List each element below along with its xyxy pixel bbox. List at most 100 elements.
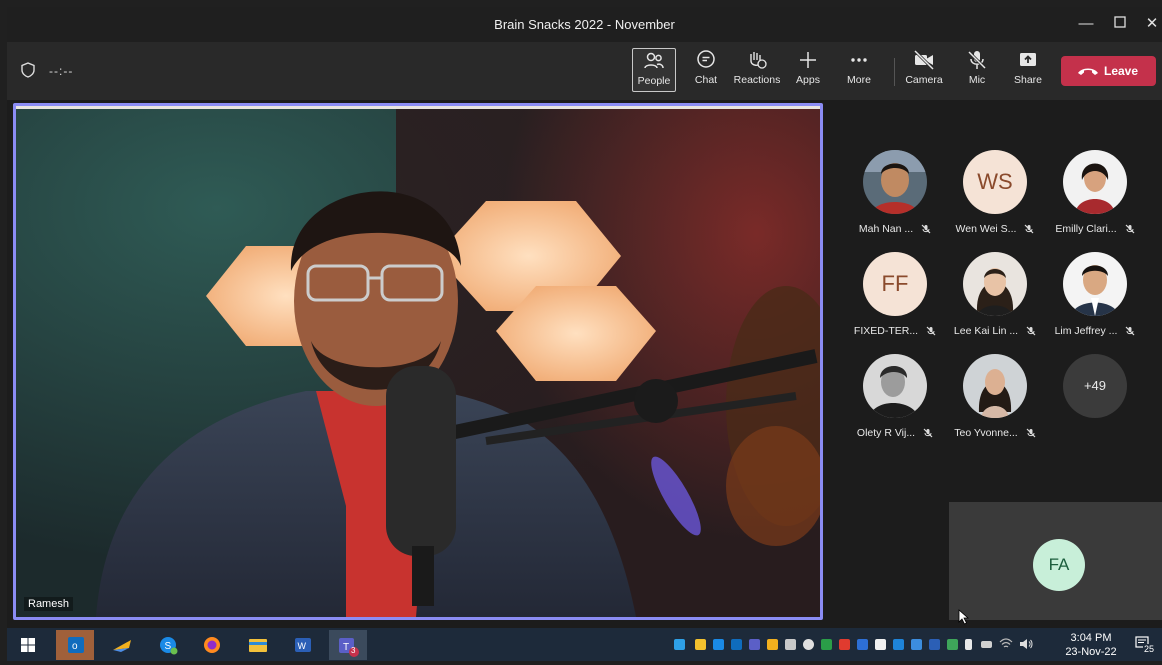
firefox-icon [204, 637, 220, 653]
tray-app-icon[interactable] [803, 639, 814, 650]
participant-tile[interactable]: FF FIXED-TER... [845, 252, 945, 352]
outlook-taskbar-button[interactable]: o [56, 630, 94, 660]
participant-tile[interactable]: WS Wen Wei S... [945, 150, 1045, 250]
hangup-icon [1078, 68, 1098, 75]
tray-app-icon[interactable] [947, 639, 958, 650]
more-icon [851, 58, 867, 62]
meeting-stage: Ramesh Mah Nan ... WS Wen Wei S... Emill… [7, 100, 1162, 628]
minimize-button[interactable]: — [1071, 11, 1101, 37]
participant-avatar [863, 150, 927, 214]
onedrive-tray-icon[interactable] [674, 639, 685, 650]
participant-name: Wen Wei S... [955, 223, 1017, 235]
meeting-timer: --:-- [49, 64, 74, 78]
outlook-icon: o [68, 637, 84, 653]
svg-text:W: W [298, 641, 307, 651]
participant-tile[interactable]: Mah Nan ... [845, 150, 945, 250]
tray-app-icon[interactable] [839, 639, 850, 650]
word-icon: W [295, 638, 311, 652]
tray-app-icon[interactable] [911, 639, 922, 650]
self-view-tile[interactable]: FA [949, 502, 1162, 620]
outlook-tray-icon[interactable] [731, 639, 742, 650]
chat-icon [697, 50, 715, 68]
people-label: People [637, 75, 671, 87]
share-icon [1020, 53, 1036, 66]
bluetooth-tray-icon[interactable] [929, 639, 940, 650]
participant-avatar [1063, 150, 1127, 214]
apps-button[interactable]: Apps [791, 48, 825, 92]
powerapp-taskbar-button[interactable] [103, 630, 141, 660]
muted-mic-icon [1125, 224, 1135, 234]
leave-button[interactable]: Leave [1061, 56, 1156, 86]
participant-avatar [963, 354, 1027, 418]
participant-tile[interactable]: Olety R Vij... [845, 354, 945, 454]
reactions-icon [750, 52, 767, 69]
teams-icon: T [339, 638, 359, 657]
reactions-label: Reactions [733, 74, 781, 86]
muted-mic-icon [1025, 224, 1034, 234]
participant-avatar: WS [963, 150, 1027, 214]
teams-taskbar-button[interactable]: T 3 [329, 630, 367, 660]
tray-app-icon[interactable] [785, 639, 796, 650]
word-taskbar-button[interactable]: W [284, 630, 322, 660]
tray-app-icon[interactable] [893, 639, 904, 650]
windows-start-icon[interactable] [21, 638, 35, 652]
firefox-taskbar-button[interactable] [193, 630, 231, 660]
people-button[interactable]: People [632, 48, 676, 92]
participant-tile[interactable]: Lee Kai Lin ... [945, 252, 1045, 352]
taskbar-clock[interactable]: 3:04 PM 23-Nov-22 [1061, 631, 1121, 659]
mic-button[interactable]: Mic [962, 48, 992, 92]
skype-icon: S [160, 637, 178, 655]
participant-name: Olety R Vij... [856, 427, 916, 439]
overflow-participants-button[interactable]: +49 [1045, 354, 1145, 454]
notification-center-button[interactable]: 25 [1135, 636, 1156, 654]
camera-button[interactable]: Camera [903, 48, 945, 92]
reactions-button[interactable]: Reactions [731, 48, 783, 92]
overflow-count: +49 [1063, 354, 1127, 418]
tray-app-icon[interactable] [695, 639, 706, 650]
window-title: Brain Snacks 2022 - November [494, 17, 675, 32]
participant-tile[interactable]: Lim Jeffrey ... [1045, 252, 1145, 352]
camera-off-icon [913, 49, 935, 71]
participant-name: Lee Kai Lin ... [953, 325, 1019, 337]
share-button[interactable]: Share [1011, 48, 1045, 92]
mouse-cursor-icon [958, 609, 970, 625]
file-explorer-taskbar-button[interactable] [239, 630, 277, 660]
clock-date: 23-Nov-22 [1065, 646, 1117, 658]
skype-taskbar-button[interactable]: S [149, 630, 187, 660]
participant-name: FIXED-TER... [853, 325, 919, 337]
share-label: Share [1013, 74, 1043, 86]
maximize-button[interactable] [1105, 11, 1135, 37]
speaker-video-frame [16, 106, 820, 617]
notification-count: 25 [1143, 644, 1156, 654]
participant-tile[interactable]: Emilly Clari... [1045, 150, 1145, 250]
skype-tray-icon[interactable] [713, 639, 724, 650]
battery-tray-icon[interactable] [981, 641, 992, 648]
close-button[interactable]: ✕ [1137, 11, 1162, 37]
participant-avatar: FF [863, 252, 927, 316]
teams-tray-icon[interactable] [749, 639, 760, 650]
speaker-name-tag: Ramesh [24, 597, 73, 611]
people-icon [644, 52, 664, 69]
chat-label: Chat [694, 74, 718, 86]
participant-name: Emilly Clari... [1055, 223, 1117, 235]
participant-tile[interactable]: Teo Yvonne... [945, 354, 1045, 454]
more-label: More [847, 74, 871, 86]
volume-icon[interactable] [1019, 638, 1033, 650]
tray-app-icon[interactable] [821, 639, 832, 650]
teams-badge-count: 3 [351, 646, 356, 655]
wifi-icon[interactable] [999, 638, 1013, 650]
svg-text:o: o [72, 641, 78, 652]
tray-app-icon[interactable] [767, 639, 778, 650]
tray-app-icon[interactable] [875, 639, 886, 650]
chat-button[interactable]: Chat [687, 48, 725, 92]
toolbar-divider [894, 58, 895, 86]
participant-name: Mah Nan ... [858, 223, 914, 235]
tray-app-icon[interactable] [857, 639, 868, 650]
muted-mic-icon [1026, 326, 1036, 336]
muted-mic-icon [1026, 428, 1036, 438]
maximize-icon [1114, 16, 1126, 28]
folder-icon [249, 639, 267, 652]
usb-tray-icon[interactable] [965, 639, 972, 650]
speaker-video[interactable]: Ramesh [13, 103, 823, 620]
more-button[interactable]: More [842, 48, 876, 92]
